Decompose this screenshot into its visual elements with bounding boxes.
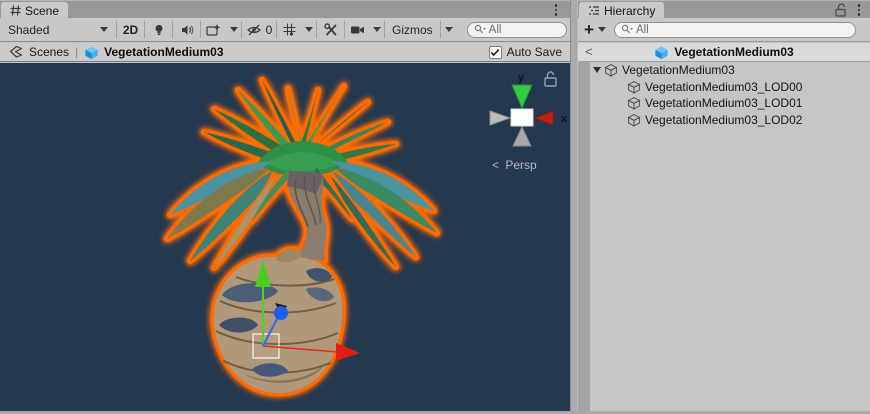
camera-icon <box>350 24 365 36</box>
breadcrumb-current-prefab[interactable]: VegetationMedium03 <box>104 45 223 59</box>
breadcrumb-scenes[interactable]: Scenes <box>29 45 69 59</box>
hierarchy-toolbar: + All <box>578 18 870 42</box>
tree-row-lod00[interactable]: VegetationMedium03_LOD00 <box>578 79 870 96</box>
scene-lighting-button[interactable] <box>145 18 172 42</box>
breadcrumb-separator: | <box>75 45 78 59</box>
scene-effects-button[interactable] <box>201 18 226 42</box>
tools-icon <box>324 23 338 37</box>
hidden-count: 0 <box>266 23 273 37</box>
auto-save-label: Auto Save <box>507 45 562 59</box>
hierarchy-icon <box>588 5 600 16</box>
tab-scene[interactable]: Scene <box>1 2 68 19</box>
hierarchy-tree: VegetationMedium03 VegetationMedium03_LO… <box>578 62 870 411</box>
create-dropdown-icon[interactable] <box>598 27 606 32</box>
hierarchy-menu-kebab-icon[interactable] <box>853 3 865 17</box>
scene-visibility-button[interactable]: 0 <box>242 18 276 42</box>
orientation-bottom-cone[interactable] <box>513 127 531 146</box>
prefab-breadcrumb-bar: Scenes | VegetationMedium03 Auto Save <box>0 43 570 62</box>
hierarchy-panel: Hierarchy + All < <box>578 0 870 414</box>
chevron-down-icon <box>373 27 381 32</box>
lightbulb-icon <box>152 23 166 37</box>
gameobject-cube-icon <box>627 80 641 94</box>
orientation-center-cube[interactable] <box>511 109 533 126</box>
chevron-down-icon <box>100 27 108 32</box>
grid-visibility-button[interactable] <box>277 18 301 42</box>
scene-tab-bar: Scene <box>0 0 570 18</box>
prefab-stage-name: VegetationMedium03 <box>674 45 793 59</box>
viewport-render: y x < Persp <box>0 63 570 411</box>
gizmos-menu[interactable]: Gizmos <box>385 18 440 42</box>
effects-icon <box>206 23 221 37</box>
chevron-down-icon <box>445 27 453 32</box>
gameobject-cube-icon <box>627 96 641 110</box>
chevron-down-icon <box>230 27 238 32</box>
chevron-down-icon <box>305 27 313 32</box>
projection-toggle[interactable]: < Persp <box>492 158 537 172</box>
orientation-y-cone[interactable] <box>512 85 532 108</box>
shading-mode-dropdown[interactable]: Shaded <box>0 18 116 42</box>
shading-mode-label: Shaded <box>8 23 49 37</box>
scene-viewport[interactable]: y x < Persp <box>0 63 570 411</box>
scene-search-input[interactable]: All <box>467 22 567 38</box>
axis-y-label: y <box>518 72 525 84</box>
tree-row-root[interactable]: VegetationMedium03 <box>578 62 870 79</box>
prefab-cube-icon <box>654 45 669 60</box>
projection-prefix: < <box>492 158 499 172</box>
move-gizmo-x-cone[interactable] <box>336 343 360 361</box>
orientation-left-cone[interactable] <box>490 111 510 125</box>
expander-icon[interactable] <box>593 67 601 73</box>
scene-camera-button[interactable] <box>345 18 369 42</box>
grid-dropdown[interactable] <box>301 18 316 42</box>
axis-x-label: x <box>561 113 568 125</box>
search-icon <box>474 24 486 35</box>
tab-hierarchy[interactable]: Hierarchy <box>579 2 664 19</box>
panel-resize-divider[interactable] <box>570 0 578 414</box>
prefab-cube-icon <box>84 45 99 60</box>
tree-row-lod02[interactable]: VegetationMedium03_LOD02 <box>578 112 870 129</box>
orientation-x-cone[interactable] <box>535 111 553 125</box>
gizmos-dropdown[interactable] <box>441 18 457 42</box>
auto-save-checkbox[interactable] <box>489 46 502 59</box>
scene-grid-icon <box>10 5 21 16</box>
gameobject-cube-icon <box>627 113 641 127</box>
viewport-lock-icon[interactable] <box>545 72 556 86</box>
tree-row-label: VegetationMedium03_LOD01 <box>645 96 802 110</box>
gameobject-cube-icon <box>604 63 618 77</box>
move-gizmo-z-handle[interactable] <box>274 306 288 320</box>
tree-row-lod01[interactable]: VegetationMedium03_LOD01 <box>578 95 870 112</box>
projection-label: Persp <box>505 158 537 172</box>
create-object-button[interactable]: + <box>584 23 594 37</box>
scene-tab-label: Scene <box>25 4 59 18</box>
scene-search-value: All <box>489 24 502 36</box>
prefab-back-button[interactable]: < <box>585 44 593 59</box>
2d-label: 2D <box>123 23 138 37</box>
check-icon <box>490 48 500 57</box>
hierarchy-search-value: All <box>636 24 649 36</box>
grid-icon <box>283 23 296 36</box>
camera-dropdown[interactable] <box>369 18 384 42</box>
search-icon <box>621 24 633 35</box>
palm-tree-model[interactable] <box>167 80 437 393</box>
tree-row-label: VegetationMedium03_LOD02 <box>645 113 802 127</box>
eye-slash-icon <box>246 23 263 37</box>
hierarchy-search-input[interactable]: All <box>614 22 856 38</box>
gizmos-label: Gizmos <box>392 23 433 37</box>
back-arrow-icon[interactable] <box>8 45 24 59</box>
tree-row-label: VegetationMedium03_LOD00 <box>645 80 802 94</box>
component-tools-button[interactable] <box>317 18 344 42</box>
effects-dropdown[interactable] <box>226 18 241 42</box>
toggle-2d-button[interactable]: 2D <box>117 18 144 42</box>
auto-save-toggle: Auto Save <box>489 45 564 59</box>
hierarchy-tab-bar: Hierarchy <box>578 0 870 18</box>
unity-editor-window: Scene Shaded 2D <box>0 0 870 414</box>
lock-open-icon[interactable] <box>834 3 847 17</box>
tree-row-label: VegetationMedium03 <box>622 63 735 77</box>
hierarchy-tab-label: Hierarchy <box>604 4 655 18</box>
scene-view-panel: Scene Shaded 2D <box>0 0 570 414</box>
scene-audio-button[interactable] <box>173 18 200 42</box>
prefab-stage-header: < VegetationMedium03 <box>578 43 870 62</box>
speaker-icon <box>180 23 194 37</box>
scene-toolbar: Shaded 2D <box>0 18 570 42</box>
scene-menu-kebab-icon[interactable] <box>550 3 562 17</box>
